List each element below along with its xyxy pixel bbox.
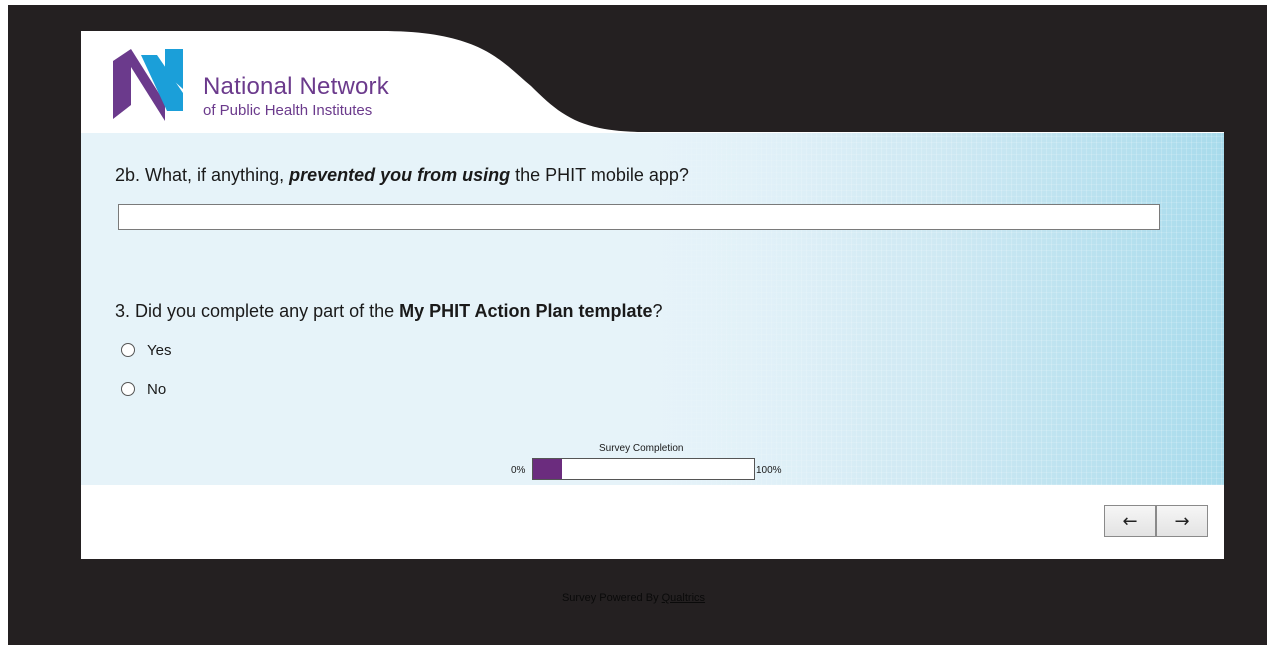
question-3-suffix: ? — [652, 301, 663, 321]
footer-text: Survey Powered By — [561, 592, 662, 604]
survey-card: National Network of Public Health Instit… — [81, 31, 1224, 559]
option-no-label: No — [147, 380, 167, 398]
next-button[interactable]: → — [1156, 505, 1208, 537]
logo-name-line2: of Public Health Institutes — [203, 102, 373, 119]
option-yes[interactable]: Yes — [121, 340, 171, 360]
question-2b-suffix: the PHIT mobile app? — [510, 165, 689, 185]
qualtrics-link[interactable]: Qualtrics — [662, 592, 705, 604]
back-button[interactable]: ← — [1104, 505, 1156, 537]
progress-title: Survey Completion — [599, 443, 684, 454]
radio-no[interactable] — [121, 382, 135, 396]
question-2b-prefix: 2b. What, if anything, — [115, 165, 290, 185]
question-2b-emphasis: prevented you from using — [289, 165, 511, 185]
option-yes-label: Yes — [147, 341, 172, 359]
progress-max-label: 100% — [756, 465, 782, 476]
nnphi-logo-mark-icon — [113, 49, 183, 121]
option-no[interactable]: No — [121, 379, 166, 399]
progress-bar — [532, 458, 755, 480]
progress-bar-fill — [533, 459, 562, 479]
question-2b-answer-input[interactable] — [118, 204, 1160, 230]
question-3-emphasis: My PHIT Action Plan template — [399, 301, 653, 321]
question-3-text: 3. Did you complete any part of the My P… — [115, 301, 663, 322]
nnphi-logo: National Network of Public Health Instit… — [113, 49, 443, 121]
footer: Survey Powered By Qualtrics — [0, 592, 1267, 604]
logo-name-line1: National Network — [203, 73, 389, 100]
radio-yes[interactable] — [121, 343, 135, 357]
progress-min-label: 0% — [511, 465, 526, 476]
question-3-prefix: 3. Did you complete any part of the — [115, 301, 400, 321]
question-2b-text: 2b. What, if anything, prevented you fro… — [115, 165, 689, 186]
